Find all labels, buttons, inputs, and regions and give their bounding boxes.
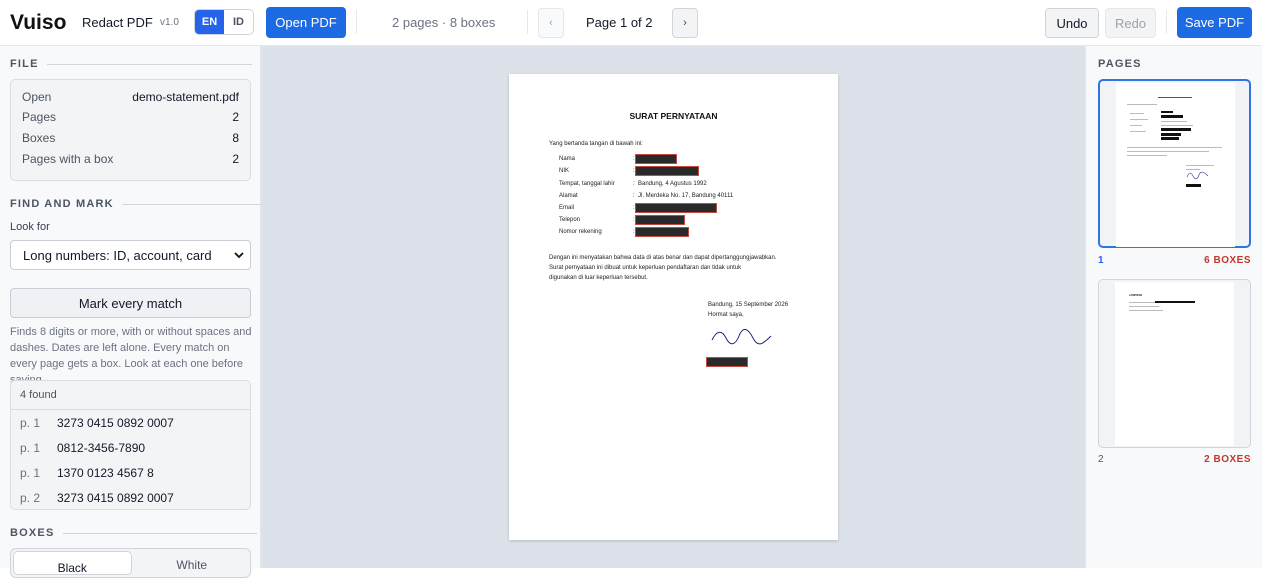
app-version: v1.0 <box>160 17 179 28</box>
thumbnail-page <box>1116 83 1235 247</box>
box-black-option[interactable]: Black <box>13 551 132 575</box>
redaction-box[interactable]: Budi Santoso <box>706 357 748 367</box>
signature-image <box>1186 171 1209 180</box>
mark-every-match-button[interactable]: Mark every match <box>10 288 251 318</box>
redaction-box[interactable]: 1370 0123 4567 8 <box>634 227 690 237</box>
doc-intro: Yang bertanda tangan di bawah ini: <box>549 141 643 147</box>
left-sidebar: FILE Open demo-statement.pdf Pages 2 Boxes… <box>0 46 261 578</box>
result-item[interactable]: p. 2 3273 0415 0892 0007 <box>11 485 250 509</box>
chevron-right-icon: › <box>683 17 687 29</box>
field-value: Jl. Merdeka No. 17, Bandung 40111 <box>638 193 734 199</box>
divider <box>356 10 357 34</box>
signature-image <box>711 329 772 345</box>
doc-closing: Hormat saya, <box>708 312 744 318</box>
undo-button[interactable]: Undo <box>1045 8 1099 38</box>
redaction-box[interactable]: Budi Santoso <box>635 154 677 164</box>
look-for-label: Look for <box>10 221 50 233</box>
field-label: Tempat, tanggal lahir <box>559 181 615 187</box>
thumbnail-page: LAMPIRAN <box>1115 282 1234 446</box>
file-row: Open demo-statement.pdf <box>22 90 239 104</box>
redaction-box[interactable]: budi.santoso@example.com <box>635 203 717 213</box>
find-help-text: Finds 8 digits or more, with or without … <box>10 326 252 386</box>
field-label: Email <box>559 205 575 211</box>
document-status: 2 pages · 8 boxes <box>392 15 496 30</box>
find-section-heading: FIND AND MARK <box>10 198 260 210</box>
vuiso-logo: Vuiso <box>10 11 66 33</box>
field-value: Bandung, 4 Agustus 1992 <box>638 181 707 187</box>
page-indicator: Page 1 of 2 <box>586 15 653 30</box>
pages-panel: PAGES 1 6 BOXES LAMPIRAN 2 2 BOXES <box>1085 46 1262 568</box>
document-viewer: SURAT PERNYATAAN Yang bertanda tangan di… <box>261 46 1085 568</box>
boxes-section-heading: BOXES <box>10 527 257 539</box>
language-switch: EN ID <box>194 9 254 35</box>
results-count: 4 found <box>11 381 250 410</box>
results-list: 4 found p. 1 3273 0415 0892 0007 p. 1 0812… <box>10 380 251 510</box>
result-item[interactable]: p. 1 1370 0123 4567 8 <box>11 460 250 485</box>
box-white-option[interactable]: White <box>134 549 251 577</box>
page-number-2: 2 <box>1098 454 1104 465</box>
file-info-box: Open demo-statement.pdf Pages 2 Boxes 8 Pag… <box>10 79 251 181</box>
top-bar: Vuiso Redact PDF v1.0 EN ID Open PDF 2 p… <box>0 0 1262 46</box>
lang-en-button[interactable]: EN <box>195 10 224 34</box>
divider <box>1166 10 1167 34</box>
doc-body-line: Surat pernyataan ini dibuat untuk keperl… <box>549 265 742 271</box>
field-label: NIK <box>559 168 570 174</box>
result-item[interactable]: p. 1 0812-3456-7890 <box>11 435 250 460</box>
thumbnail-heading: LAMPIRAN <box>1129 294 1143 297</box>
pages-heading: PAGES <box>1098 58 1142 70</box>
result-item[interactable]: p. 1 3273 0415 0892 0007 <box>11 410 250 435</box>
field-label: Nama <box>559 156 576 162</box>
doc-body-line: Dengan ini menyatakan bahwa data di atas… <box>549 255 777 261</box>
redaction-box[interactable]: 3273 0415 0892 0007 <box>634 166 700 176</box>
redo-button[interactable]: Redo <box>1105 8 1156 38</box>
redaction-box[interactable]: 0812-3456-7890 <box>634 215 686 225</box>
lang-id-button[interactable]: ID <box>224 10 253 34</box>
prev-page-button[interactable]: ‹ <box>538 8 564 38</box>
file-row: Pages with a box 2 <box>22 152 239 166</box>
box-color-toggle: Black White <box>10 548 251 578</box>
pdf-page[interactable]: SURAT PERNYATAAN Yang bertanda tangan di… <box>509 74 838 540</box>
chevron-down-icon <box>234 252 244 259</box>
next-page-button[interactable]: › <box>672 8 698 38</box>
page-thumbnail-1[interactable] <box>1098 79 1251 248</box>
doc-place-date: Bandung, 15 September 2026 <box>708 302 789 308</box>
file-row: Boxes 8 <box>22 131 239 145</box>
app-name: Redact PDF <box>82 15 153 30</box>
page-thumbnail-2[interactable]: LAMPIRAN <box>1098 279 1251 448</box>
pattern-select-value: Long numbers: ID, account, card <box>23 247 212 263</box>
divider <box>527 10 528 34</box>
svg-text:Vuiso: Vuiso <box>10 11 66 33</box>
save-pdf-button[interactable]: Save PDF <box>1177 7 1252 38</box>
file-section-heading: FILE <box>10 58 252 70</box>
field-label: Nomor rekening <box>559 229 602 235</box>
doc-title: SURAT PERNYATAAN <box>629 111 718 121</box>
file-row: Pages 2 <box>22 110 239 124</box>
page-number-1: 1 <box>1098 255 1104 266</box>
doc-body-line: digunakan di luar keperluan tersebut. <box>549 275 648 281</box>
chevron-left-icon: ‹ <box>549 17 553 29</box>
open-pdf-button[interactable]: Open PDF <box>266 7 346 38</box>
field-label: Alamat <box>559 193 578 199</box>
field-label: Telepon <box>559 217 581 223</box>
page-box-count-2: 2 BOXES <box>1204 454 1251 465</box>
page-box-count-1: 6 BOXES <box>1204 255 1251 266</box>
pattern-select[interactable]: Long numbers: ID, account, card <box>10 240 251 270</box>
